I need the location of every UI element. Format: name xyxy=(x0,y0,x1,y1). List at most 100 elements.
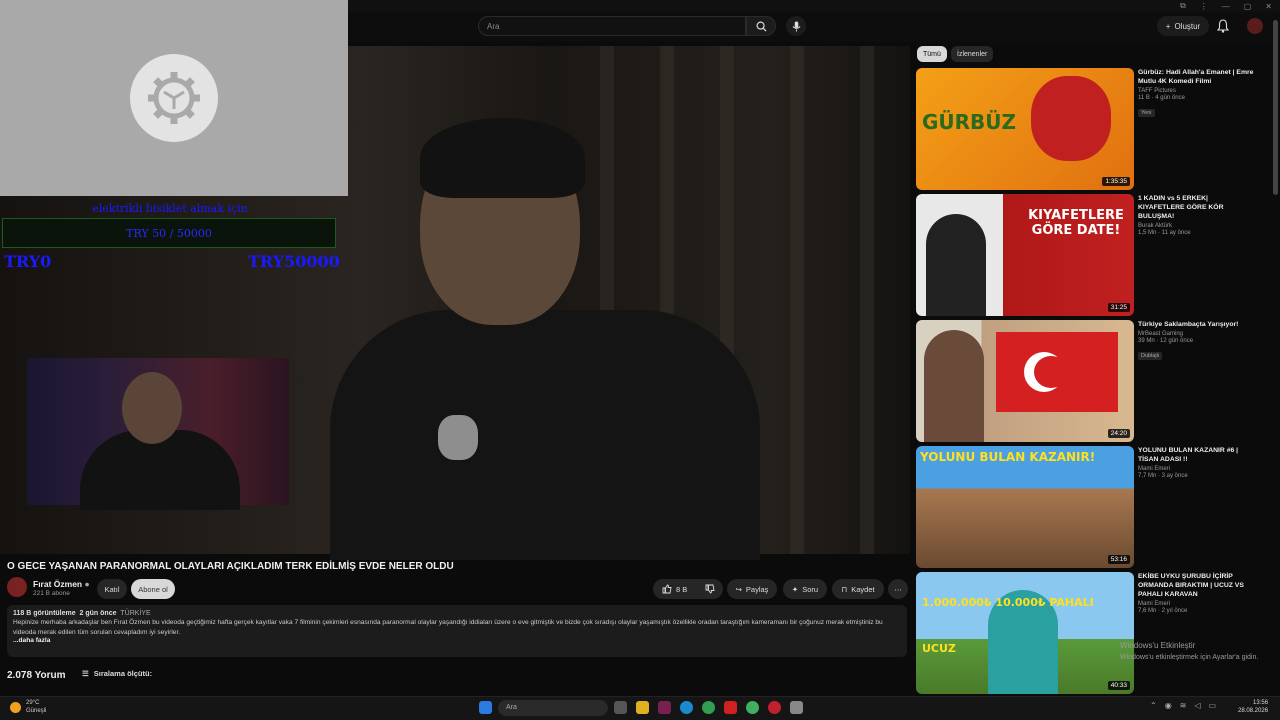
channel-name-text: Fırat Özmen xyxy=(33,579,83,589)
donation-min-label: TRY0 xyxy=(4,252,52,271)
create-button[interactable]: + Oluştur xyxy=(1157,16,1209,36)
more-actions-button[interactable]: ⋯ xyxy=(888,579,908,599)
task-view-icon[interactable] xyxy=(614,701,627,714)
view-count: 118 B görüntüleme xyxy=(13,610,76,617)
video-thumbnail[interactable]: 24:20 xyxy=(916,320,1134,442)
card-title[interactable]: 1 KADIN vs 5 ERKEK| KIYAFETLERE GÖRE KÖR… xyxy=(1138,194,1256,221)
recommended-video-card[interactable]: KIYAFETLERE GÖRE DATE! 31:25 1 KADIN vs … xyxy=(916,194,1276,316)
card-title[interactable]: Gürbüz: Hadi Allah'a Emanet | Emre Mutlu… xyxy=(1138,68,1256,86)
menu-icon[interactable]: ⋮ xyxy=(1200,2,1208,11)
ask-button[interactable]: ✦ Soru xyxy=(783,579,827,599)
start-menu-icon[interactable] xyxy=(479,701,492,714)
video-thumbnail[interactable]: GÜRBÜZ 1:35:35 xyxy=(916,68,1134,190)
battery-icon[interactable]: ▭ xyxy=(1209,701,1217,710)
gear-icon-graphic xyxy=(148,72,200,124)
save-button[interactable]: ⊓ Kaydet xyxy=(832,579,884,599)
recommended-video-card[interactable]: 24:20 Türkiye Saklambaçta Yarışıyor! MrB… xyxy=(916,320,1276,442)
video-thumbnail[interactable]: KIYAFETLERE GÖRE DATE! 31:25 xyxy=(916,194,1134,316)
share-button[interactable]: ↪ Paylaş xyxy=(727,579,777,599)
like-dislike-group: 8 B xyxy=(653,579,723,599)
like-button[interactable]: 8 B xyxy=(662,584,687,594)
video-subject-body xyxy=(330,310,760,560)
system-clock[interactable]: 13:56 28.08.2026 xyxy=(1238,699,1268,715)
search-input[interactable]: Ara xyxy=(478,16,746,36)
wall-plank xyxy=(860,46,874,554)
card-title[interactable]: Türkiye Saklambaçta Yarışıyor! xyxy=(1138,320,1256,329)
dubbed-badge: Dublajlı xyxy=(1138,352,1163,360)
minimize-icon[interactable]: — xyxy=(1222,2,1230,11)
thumbs-down-icon xyxy=(705,584,715,594)
clock-date: 28.08.2026 xyxy=(1238,708,1269,714)
chevron-up-icon[interactable]: ⌃ xyxy=(1150,701,1157,710)
system-tray[interactable]: ⌃ ◉ ≋ ◁ ▭ xyxy=(1150,701,1216,710)
notifications-bell-icon[interactable] xyxy=(1217,19,1229,33)
recommended-video-card[interactable]: YOLUNU BULAN KAZANIR! 53:16 YOLUNU BULAN… xyxy=(916,446,1276,568)
maximize-icon[interactable]: ▢ xyxy=(1244,2,1252,11)
edge-browser-icon[interactable] xyxy=(680,701,693,714)
app-icon[interactable] xyxy=(658,701,671,714)
subscribe-button[interactable]: Abone ol xyxy=(131,579,175,599)
lapel-microphone xyxy=(438,415,478,460)
sun-icon xyxy=(10,701,21,713)
close-icon[interactable]: ✕ xyxy=(1265,2,1272,11)
subscriber-count: 221 B abone xyxy=(33,590,70,597)
card-channel[interactable]: TAFF Pictures xyxy=(1138,88,1256,94)
recommended-video-card[interactable]: GÜRBÜZ 1:35:35 Gürbüz: Hadi Allah'a Eman… xyxy=(916,68,1276,190)
donation-max-label: TRY50000 xyxy=(248,252,340,271)
dislike-button[interactable] xyxy=(705,584,715,594)
search-button[interactable] xyxy=(746,16,776,36)
like-count: 8 B xyxy=(676,584,688,594)
volume-icon[interactable]: ◁ xyxy=(1194,701,1200,710)
sort-label: Sıralama ölçütü: xyxy=(93,669,153,678)
card-channel[interactable]: Mami Emeri xyxy=(1138,601,1256,607)
chrome-icon[interactable] xyxy=(702,701,715,714)
video-duration: 53:16 xyxy=(1107,555,1130,564)
donation-goal-title: elektrikli bisiklet almak için xyxy=(92,202,248,215)
description-box[interactable]: 118 B görüntüleme 2 gün önce TÜRKİYE Hep… xyxy=(7,605,907,657)
chrome-active-icon[interactable] xyxy=(746,701,759,714)
man-graphic xyxy=(924,330,984,442)
gear-icon[interactable] xyxy=(130,54,218,142)
save-label: Kaydet xyxy=(851,584,875,594)
extensions-icon[interactable]: ⧉ xyxy=(1180,1,1186,11)
video-thumbnail[interactable]: 1.000.000₺ 10.000₺ PAHALI UCUZ 40:33 xyxy=(916,572,1134,694)
country-tag[interactable]: TÜRKİYE xyxy=(120,610,150,617)
card-stats: 11 B · 4 gün önce xyxy=(1138,95,1185,101)
chip-all[interactable]: Tümü xyxy=(917,46,947,62)
card-stats: 39 Mn · 12 gün önce xyxy=(1138,338,1194,344)
card-channel[interactable]: Burak Aktürk xyxy=(1138,223,1256,229)
card-channel[interactable]: MrBeast Gaming xyxy=(1138,331,1256,337)
plus-icon: + xyxy=(1165,21,1171,31)
share-label: Paylaş xyxy=(745,584,769,594)
wifi-icon[interactable]: ≋ xyxy=(1180,701,1187,710)
search-icon xyxy=(756,21,767,32)
card-info: EKİBE UYKU ŞURUBU İÇİRİP ORMANDA BIRAKTI… xyxy=(1138,572,1256,614)
obs-icon[interactable] xyxy=(768,701,781,714)
voice-search-button[interactable] xyxy=(786,16,806,36)
channel-name[interactable]: Fırat Özmen ● xyxy=(33,579,90,589)
settings-overlay[interactable] xyxy=(0,0,348,196)
card-title[interactable]: EKİBE UYKU ŞURUBU İÇİRİP ORMANDA BIRAKTI… xyxy=(1138,572,1256,599)
account-avatar[interactable] xyxy=(1247,18,1263,34)
sort-comments-button[interactable]: ☰ Sıralama ölçütü: xyxy=(82,669,152,678)
settings-app-icon[interactable] xyxy=(790,701,803,714)
youtube-app-icon[interactable] xyxy=(724,701,737,714)
file-explorer-icon[interactable] xyxy=(636,701,649,714)
video-duration: 40:33 xyxy=(1107,681,1130,690)
card-stats: 7,7 Mn · 3 ay önce xyxy=(1138,473,1188,479)
show-more-link[interactable]: ...daha fazla xyxy=(13,637,901,644)
channel-avatar[interactable] xyxy=(7,577,27,597)
weather-widget[interactable]: 29°C Güneşli xyxy=(10,699,46,715)
comments-count: 2.078 Yorum xyxy=(7,670,66,681)
recommended-video-card[interactable]: 1.000.000₺ 10.000₺ PAHALI UCUZ 40:33 EKİ… xyxy=(916,572,1276,694)
card-title[interactable]: YOLUNU BULAN KAZANIR #6 | TİSAN ADASI !! xyxy=(1138,446,1256,464)
chip-watched[interactable]: İzlenenler xyxy=(951,46,994,62)
activation-line-1: Windows'u Etkinleştir xyxy=(1120,641,1196,650)
create-label: Oluştur xyxy=(1174,21,1201,31)
card-channel[interactable]: Mami Emeri xyxy=(1138,466,1256,472)
network-icon[interactable]: ◉ xyxy=(1165,701,1172,710)
video-thumbnail[interactable]: YOLUNU BULAN KAZANIR! 53:16 xyxy=(916,446,1134,568)
taskbar-search[interactable]: Ara xyxy=(498,700,608,716)
join-button[interactable]: Katıl xyxy=(97,579,127,599)
video-title: O GECE YAŞANAN PARANORMAL OLAYLARI AÇIKL… xyxy=(7,561,454,572)
